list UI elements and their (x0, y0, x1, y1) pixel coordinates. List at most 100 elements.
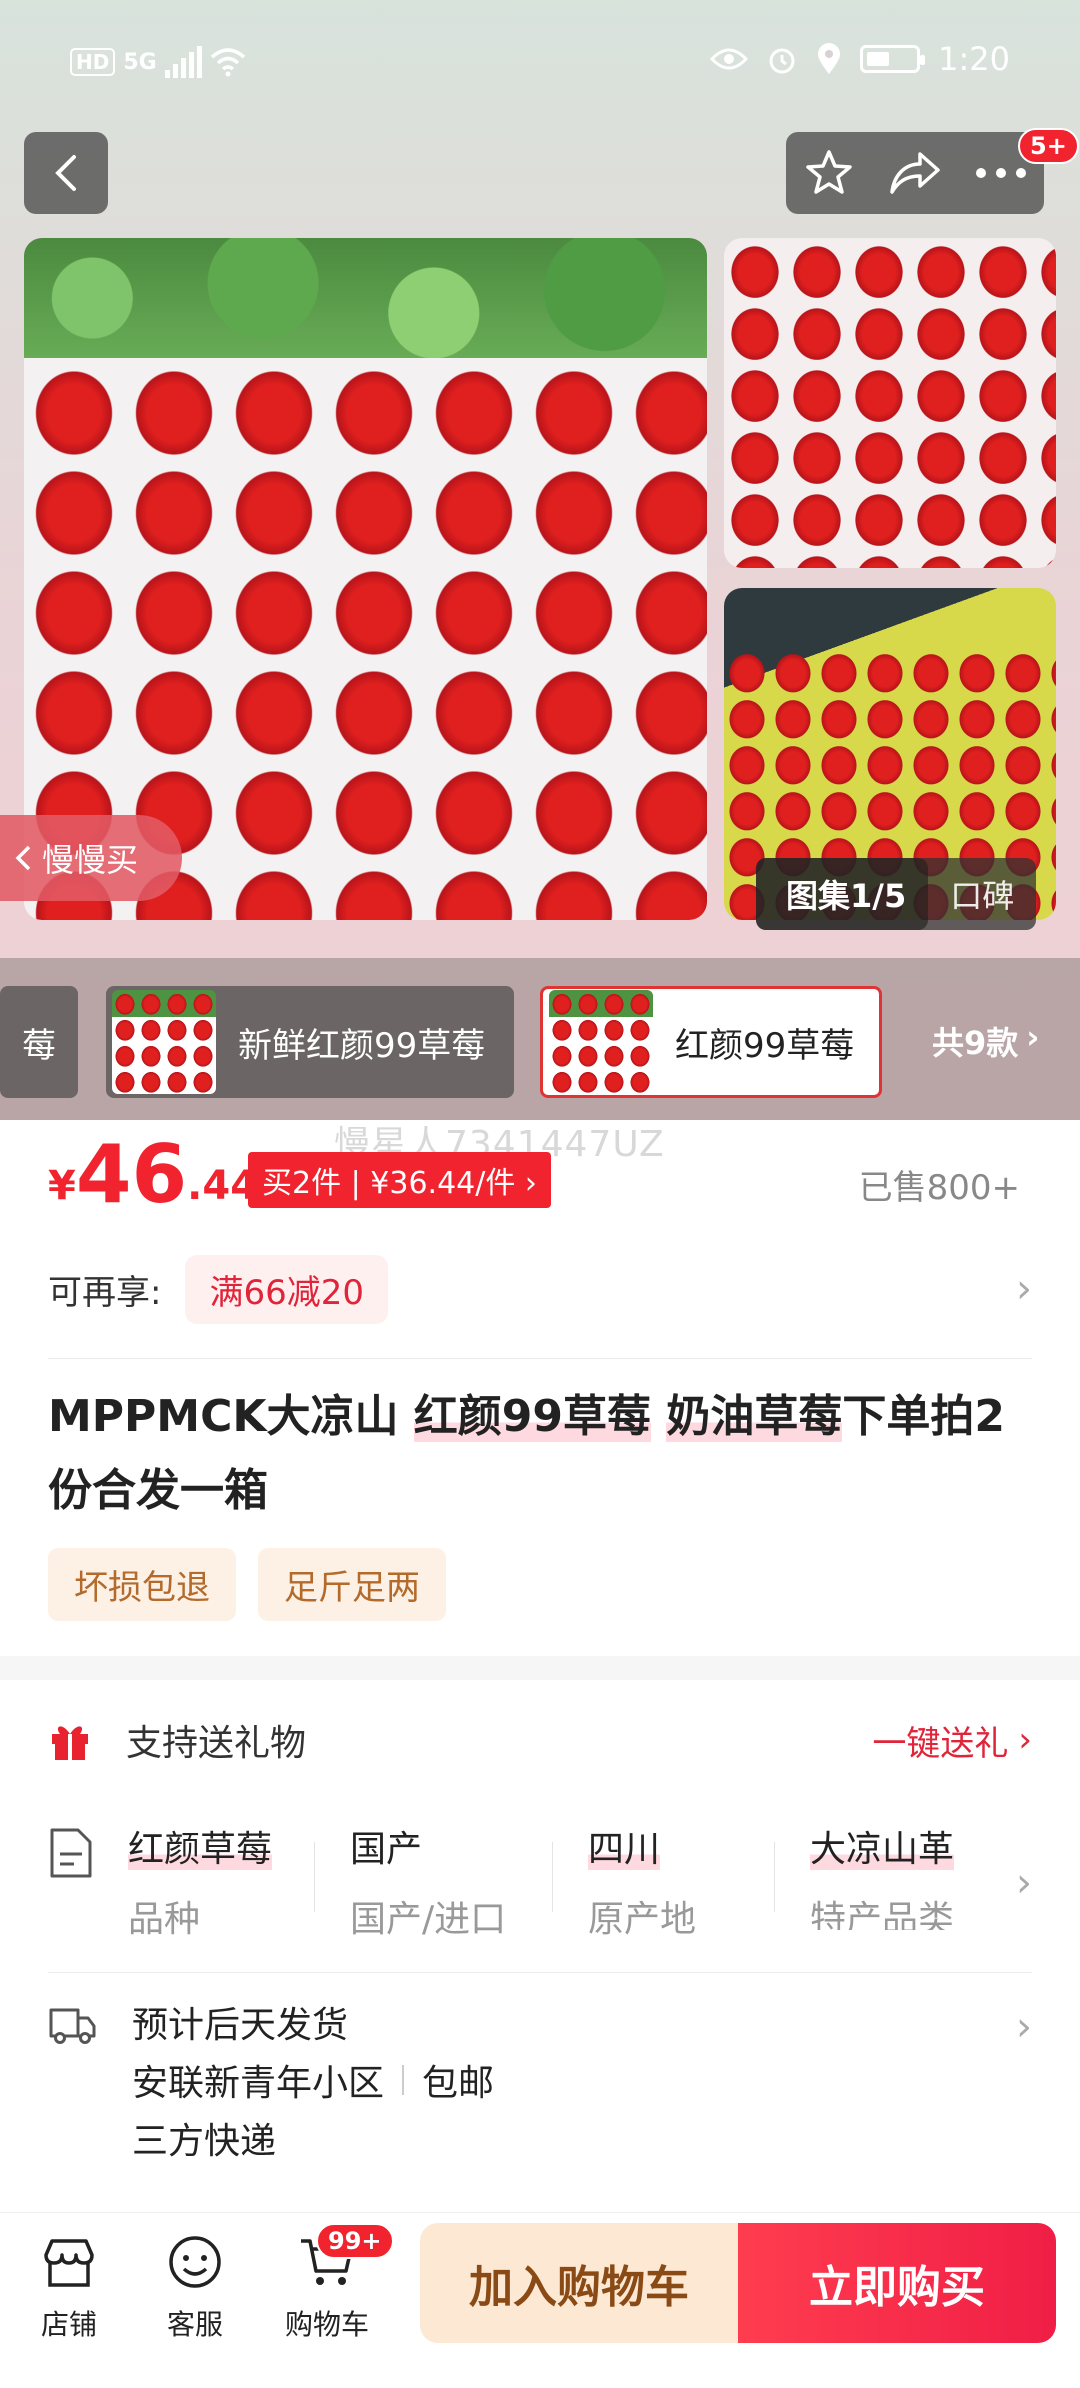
chevron-left-icon (55, 155, 76, 191)
top-action-group (786, 132, 1044, 214)
attribute-value: 国产 (350, 1829, 423, 1870)
divider (774, 1842, 775, 1912)
variant-label: 新鲜红颜99草莓 (238, 1025, 486, 1066)
all-variants-label: 共9款 (932, 1024, 1019, 1062)
chevron-right-icon: › (1018, 1720, 1032, 1760)
title-text: MPPMCK大凉山 (48, 1391, 414, 1442)
attribute-value: 大凉山革 (810, 1820, 960, 1872)
add-to-cart-button[interactable]: 加入购物车 (420, 2223, 738, 2343)
store-button[interactable]: 店铺 (14, 2227, 124, 2343)
chevron-right-icon: › (1016, 2004, 1032, 2050)
attribute-variety: 红颜草莓 品种 (128, 1820, 273, 1940)
ship-fee: 包邮 (422, 2063, 495, 2104)
attribute-origin-type: 国产 国产/进口 (350, 1820, 506, 1940)
share-icon (890, 152, 940, 194)
divider (48, 1972, 1032, 1973)
chevron-right-icon: › (1026, 1018, 1040, 1056)
gift-label: 支持送礼物 (126, 1723, 307, 1764)
status-right: 1:20 (710, 40, 1010, 78)
attribute-origin: 四川 原产地 (588, 1820, 696, 1940)
price-integer: 46 (75, 1128, 188, 1221)
title-text (651, 1391, 666, 1442)
service-tag: 足斤足两 (258, 1548, 446, 1621)
reviews-tab[interactable]: 口碑 (928, 871, 1036, 917)
attribute-value-text: 大凉山革 (810, 1829, 955, 1870)
attribute-value-text: 四川 (588, 1829, 661, 1870)
product-attributes[interactable]: 红颜草莓 品种 国产 国产/进口 四川 原产地 大凉山革 特产品类 › (48, 1820, 1032, 1950)
coupon-label: 可再享: (48, 1272, 162, 1313)
side-product-photo-1[interactable] (724, 238, 1056, 568)
chevron-right-icon: › (1016, 1266, 1032, 1312)
ship-time: 预计后天发货 (132, 2005, 349, 2046)
variant-item[interactable]: 新鲜红颜99草莓 (106, 986, 514, 1098)
attribute-key: 品种 (128, 1899, 201, 1940)
chevron-left-icon (15, 845, 31, 871)
clock: 1:20 (938, 40, 1010, 78)
all-variants-link[interactable]: 共9款 › (932, 1018, 1039, 1064)
service-tag: 坏损包退 (48, 1548, 236, 1621)
buy-now-button[interactable]: 立即购买 (738, 2223, 1056, 2343)
variant-label: 红颜99草莓 (675, 1025, 855, 1066)
ellipsis-icon (976, 168, 1026, 178)
attribute-value: 四川 (588, 1820, 696, 1872)
shipping-info[interactable]: 预计后天发货 安联新青年小区 包邮 三方快递 › (48, 1996, 1032, 2196)
sold-count: 已售800+ (858, 1168, 1020, 1208)
attribute-category: 大凉山革 特产品类 (810, 1820, 960, 1930)
attribute-value-text: 红颜草莓 (128, 1829, 273, 1870)
price: ¥ 46 .44 (48, 1135, 258, 1215)
hd-indicator: HD (70, 48, 116, 76)
divider (402, 2065, 405, 2095)
gift-icon (52, 1726, 88, 1760)
status-left: HD 5G (70, 46, 246, 78)
attribute-value: 红颜草莓 (128, 1820, 273, 1872)
attribute-key: 原产地 (588, 1899, 697, 1940)
multi-buy-promo[interactable]: 买2件 | ¥36.44/件 › (248, 1152, 551, 1208)
attribute-key: 国产/进口 (350, 1899, 507, 1940)
bottom-action-bar: 店铺 客服 购物车 99+ 加入购物车 立即购买 (0, 2212, 1080, 2388)
album-switch[interactable]: 图集1/5 口碑 (756, 858, 1037, 930)
share-button[interactable] (880, 138, 950, 208)
coupon-row[interactable]: 可再享: 满66减20 › (48, 1252, 1032, 1326)
title-highlight: 红颜99草莓 (413, 1391, 652, 1442)
battery-icon (860, 45, 926, 73)
price-currency: ¥ (48, 1163, 76, 1209)
ship-carrier: 三方快递 (132, 2121, 277, 2162)
ship-address-row: 安联新青年小区 包邮 (132, 2054, 494, 2106)
divider (48, 1358, 1032, 1359)
alarm-icon (769, 48, 795, 74)
cart-badge: 99+ (316, 2223, 394, 2259)
variant-thumbnail (549, 990, 653, 1094)
product-title: MPPMCK大凉山 红颜99草莓 奶油草莓下单拍2份合发一箱 (48, 1380, 1038, 1528)
coupon-badge[interactable]: 满66减20 (185, 1254, 388, 1324)
location-icon (818, 43, 841, 74)
more-badge: 5+ (1018, 128, 1079, 164)
wifi-icon (210, 48, 245, 77)
variant-label: 莓 (22, 1025, 56, 1066)
status-bar: HD 5G 1:20 (0, 0, 1080, 130)
variant-thumbnail (112, 990, 216, 1094)
title-highlight: 奶油草莓 (666, 1391, 843, 1442)
variant-item[interactable]: 莓 (0, 986, 78, 1098)
customer-service-button[interactable]: 客服 (140, 2227, 250, 2343)
gift-row[interactable]: 支持送礼物 一键送礼 › (48, 1700, 1032, 1780)
album-tab[interactable]: 图集1/5 (756, 858, 929, 930)
slow-buy-button[interactable]: 慢慢买 (0, 815, 182, 901)
signal-icon (164, 46, 202, 78)
cart-label: 购物车 (284, 2308, 369, 2341)
product-gallery: HD 5G 1:20 5+ 慢慢买 图集1/5 口碑 莓 新鲜红颜99草莓 红颜… (0, 0, 1080, 1120)
variant-item-selected[interactable]: 红颜99草莓 (540, 986, 882, 1098)
divider (552, 1842, 553, 1912)
back-button[interactable] (24, 132, 108, 214)
store-label: 店铺 (40, 2308, 97, 2341)
one-click-gift-link[interactable]: 一键送礼 › (872, 1716, 1032, 1765)
strawberries-graphic (724, 238, 1056, 568)
attribute-key: 特产品类 (810, 1899, 955, 1930)
document-icon (50, 1828, 92, 1878)
service-tags: 坏损包退 足斤足两 (48, 1548, 446, 1621)
gift-link-label: 一键送礼 (872, 1723, 1009, 1764)
service-label: 客服 (166, 2308, 223, 2341)
favorite-button[interactable] (794, 138, 864, 208)
chevron-right-icon: › (1016, 1860, 1032, 1906)
slow-buy-label: 慢慢买 (42, 841, 139, 879)
star-icon (806, 150, 852, 194)
